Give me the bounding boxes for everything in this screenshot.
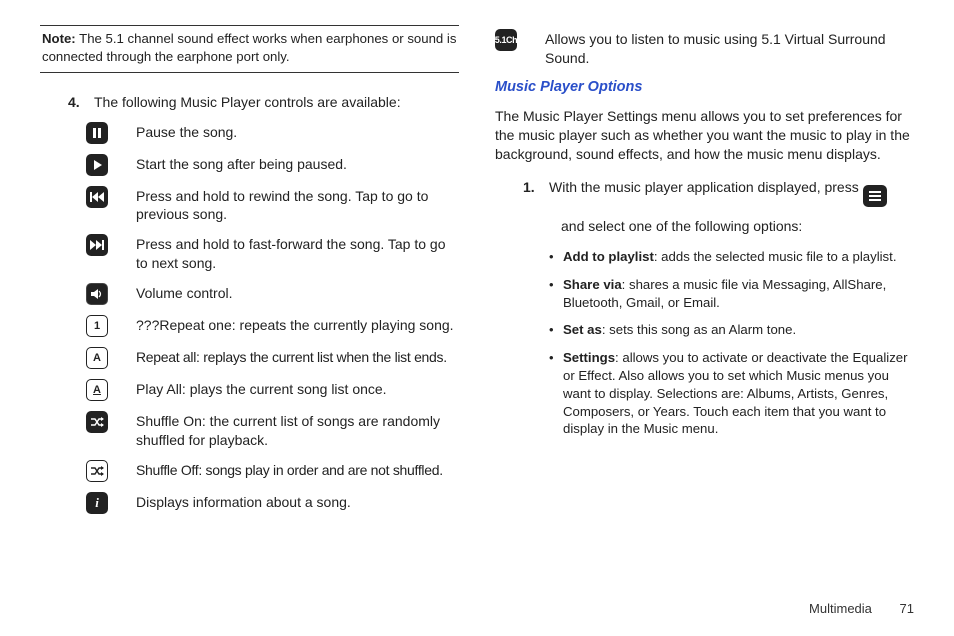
- info-icon: i: [86, 492, 108, 514]
- footer-page: 71: [900, 601, 914, 616]
- step-1-number: 1.: [523, 178, 549, 207]
- footer-section: Multimedia: [809, 601, 872, 616]
- option-share-label: Share via: [563, 277, 622, 292]
- control-volume: Volume control.: [86, 283, 459, 305]
- step-1-text-a: With the music player application displa…: [549, 179, 863, 195]
- option-settings-label: Settings: [563, 350, 615, 365]
- page-footer: Multimedia 71: [809, 600, 914, 618]
- option-share: Share via: shares a music file via Messa…: [549, 276, 914, 312]
- play-all-icon: A: [86, 379, 108, 401]
- shuffle-on-desc: Shuffle On: the current list of songs ar…: [136, 411, 459, 450]
- step-4: 4. The following Music Player controls a…: [68, 93, 459, 112]
- option-add-desc: : adds the selected music file to a play…: [654, 249, 897, 264]
- control-play-all: A Play All: plays the current song list …: [86, 379, 459, 401]
- control-info: i Displays information about a song.: [86, 492, 459, 514]
- options-list: Add to playlist: adds the selected music…: [549, 248, 914, 438]
- control-shuffle-on: Shuffle On: the current list of songs ar…: [86, 411, 459, 450]
- control-repeat-all: A Repeat all: replays the current list w…: [86, 347, 459, 369]
- repeat-all-icon: A: [86, 347, 108, 369]
- control-surround: 5.1Ch Allows you to listen to music usin…: [495, 29, 914, 68]
- forward-icon: [86, 234, 108, 256]
- step-1-text: With the music player application displa…: [549, 178, 914, 207]
- repeat-one-icon: 1: [86, 315, 108, 337]
- section-title: Music Player Options: [495, 78, 914, 98]
- rewind-desc: Press and hold to rewind the song. Tap t…: [136, 186, 459, 225]
- note-label: Note:: [42, 31, 76, 46]
- pause-icon: [86, 122, 108, 144]
- note-text: The 5.1 channel sound effect works when …: [42, 31, 456, 64]
- control-repeat-one: 1 ???Repeat one: repeats the currently p…: [86, 315, 459, 337]
- option-settings-desc: : allows you to activate or deactivate t…: [563, 350, 908, 436]
- control-shuffle-off: Shuffle Off: songs play in order and are…: [86, 460, 459, 482]
- play-all-desc: Play All: plays the current song list on…: [136, 379, 459, 399]
- controls-table: Pause the song. Start the song after bei…: [86, 122, 459, 514]
- info-desc: Displays information about a song.: [136, 492, 459, 512]
- option-setas-desc: : sets this song as an Alarm tone.: [602, 322, 796, 337]
- step-1: 1. With the music player application dis…: [523, 178, 914, 207]
- volume-desc: Volume control.: [136, 283, 459, 303]
- play-icon: [86, 154, 108, 176]
- play-desc: Start the song after being paused.: [136, 154, 459, 174]
- step-4-text: The following Music Player controls are …: [94, 93, 459, 112]
- left-column: Note: The 5.1 channel sound effect works…: [40, 25, 459, 524]
- option-add-label: Add to playlist: [563, 249, 654, 264]
- pause-desc: Pause the song.: [136, 122, 459, 142]
- control-play: Start the song after being paused.: [86, 154, 459, 176]
- rewind-icon: [86, 186, 108, 208]
- option-settings: Settings: allows you to activate or deac…: [549, 349, 914, 438]
- shuffle-on-icon: [86, 411, 108, 433]
- step-1-sub: and select one of the following options:: [561, 217, 914, 236]
- shuffle-off-icon: [86, 460, 108, 482]
- control-pause: Pause the song.: [86, 122, 459, 144]
- volume-icon: [86, 283, 108, 305]
- option-add: Add to playlist: adds the selected music…: [549, 248, 914, 266]
- menu-icon: [863, 185, 887, 207]
- note-box: Note: The 5.1 channel sound effect works…: [40, 25, 459, 73]
- forward-desc: Press and hold to fast-forward the song.…: [136, 234, 459, 273]
- repeat-one-desc: ???Repeat one: repeats the currently pla…: [136, 315, 459, 335]
- control-rewind: Press and hold to rewind the song. Tap t…: [86, 186, 459, 225]
- section-intro: The Music Player Settings menu allows yo…: [495, 107, 914, 164]
- repeat-all-desc: Repeat all: replays the current list whe…: [136, 347, 459, 367]
- surround-desc: Allows you to listen to music using 5.1 …: [545, 29, 914, 68]
- control-forward: Press and hold to fast-forward the song.…: [86, 234, 459, 273]
- step-4-number: 4.: [68, 93, 94, 112]
- shuffle-off-desc: Shuffle Off: songs play in order and are…: [136, 460, 459, 480]
- option-setas-label: Set as: [563, 322, 602, 337]
- surround-icon: 5.1Ch: [495, 29, 517, 51]
- right-column: 5.1Ch Allows you to listen to music usin…: [495, 25, 914, 524]
- option-setas: Set as: sets this song as an Alarm tone.: [549, 321, 914, 339]
